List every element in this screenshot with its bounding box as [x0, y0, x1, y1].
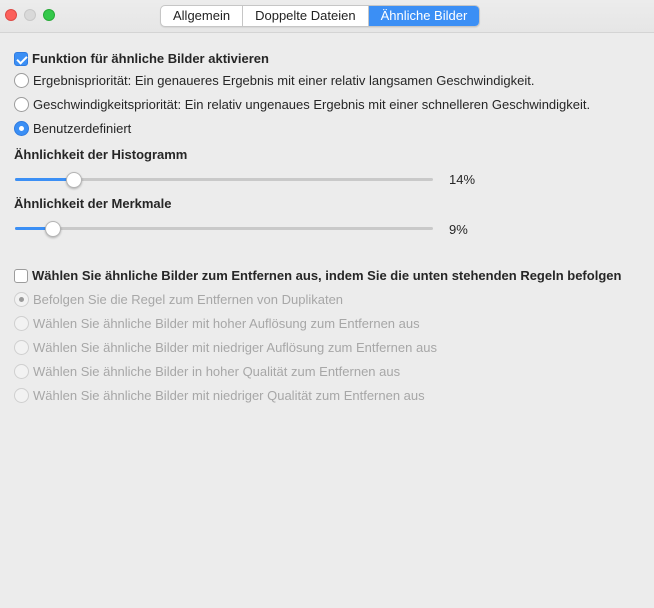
tab-duplicate-files[interactable]: Doppelte Dateien — [243, 6, 369, 26]
priority-option-accuracy[interactable]: Ergebnispriorität: Ein genaueres Ergebni… — [14, 73, 534, 88]
zoom-window-button[interactable] — [43, 9, 55, 21]
enable-similar-row[interactable]: Funktion für ähnliche Bilder aktivieren — [14, 51, 269, 66]
rule-option-low-resolution[interactable]: Wählen Sie ähnliche Bilder mit niedriger… — [14, 340, 437, 355]
title-bar: Allgemein Doppelte Dateien Ähnliche Bild… — [0, 0, 654, 33]
rule-duplicates-radio[interactable] — [14, 292, 29, 307]
close-window-button[interactable] — [5, 9, 17, 21]
rule-duplicates-label: Befolgen Sie die Regel zum Entfernen von… — [33, 292, 344, 307]
enable-similar-checkbox[interactable] — [14, 51, 28, 66]
rule-high-quality-label: Wählen Sie ähnliche Bilder in hoher Qual… — [33, 364, 401, 379]
remove-rules-checkbox[interactable] — [14, 268, 28, 283]
minimize-window-button[interactable] — [24, 9, 36, 21]
priority-accuracy-radio[interactable] — [14, 73, 29, 88]
histogram-title-row: Ähnlichkeit der Histogramm — [14, 147, 187, 162]
tab-similar-images[interactable]: Ähnliche Bilder — [368, 6, 480, 26]
rule-option-low-quality[interactable]: Wählen Sie ähnliche Bilder mit niedriger… — [14, 388, 425, 403]
rule-low-quality-label: Wählen Sie ähnliche Bilder mit niedriger… — [33, 388, 425, 403]
priority-speed-label: Geschwindigkeitspriorität: Ein relativ u… — [33, 97, 591, 112]
features-slider[interactable] — [15, 219, 433, 239]
rule-option-duplicates[interactable]: Befolgen Sie die Regel zum Entfernen von… — [14, 292, 343, 307]
priority-option-speed[interactable]: Geschwindigkeitspriorität: Ein relativ u… — [14, 97, 590, 112]
rule-high-resolution-radio[interactable] — [14, 316, 29, 331]
priority-speed-radio[interactable] — [14, 97, 29, 112]
rule-option-high-resolution[interactable]: Wählen Sie ähnliche Bilder mit hoher Auf… — [14, 316, 420, 331]
rule-high-resolution-label: Wählen Sie ähnliche Bilder mit hoher Auf… — [33, 316, 420, 331]
histogram-slider-knob[interactable] — [66, 172, 82, 188]
priority-option-custom[interactable]: Benutzerdefiniert — [14, 121, 131, 136]
features-title-row: Ähnlichkeit der Merkmale — [14, 196, 172, 211]
tab-general[interactable]: Allgemein — [161, 6, 244, 26]
rule-low-quality-radio[interactable] — [14, 388, 29, 403]
remove-rules-row[interactable]: Wählen Sie ähnliche Bilder zum Entfernen… — [14, 268, 621, 283]
remove-rules-label: Wählen Sie ähnliche Bilder zum Entfernen… — [32, 268, 622, 283]
rule-option-high-quality[interactable]: Wählen Sie ähnliche Bilder in hoher Qual… — [14, 364, 400, 379]
priority-accuracy-label: Ergebnispriorität: Ein genaueres Ergebni… — [33, 73, 535, 88]
priority-custom-radio[interactable] — [14, 121, 29, 136]
rule-low-resolution-radio[interactable] — [14, 340, 29, 355]
tab-bar: Allgemein Doppelte Dateien Ähnliche Bild… — [160, 5, 481, 27]
histogram-slider[interactable] — [15, 170, 433, 190]
rule-high-quality-radio[interactable] — [14, 364, 29, 379]
features-slider-track — [15, 227, 433, 230]
features-title: Ähnlichkeit der Merkmale — [14, 196, 172, 211]
enable-similar-label: Funktion für ähnliche Bilder aktivieren — [32, 51, 269, 66]
features-value: 9% — [449, 222, 468, 237]
features-slider-knob[interactable] — [45, 221, 61, 237]
priority-custom-label: Benutzerdefiniert — [33, 121, 132, 136]
rule-low-resolution-label: Wählen Sie ähnliche Bilder mit niedriger… — [33, 340, 437, 355]
histogram-value: 14% — [449, 172, 476, 187]
histogram-title: Ähnlichkeit der Histogramm — [14, 147, 188, 162]
